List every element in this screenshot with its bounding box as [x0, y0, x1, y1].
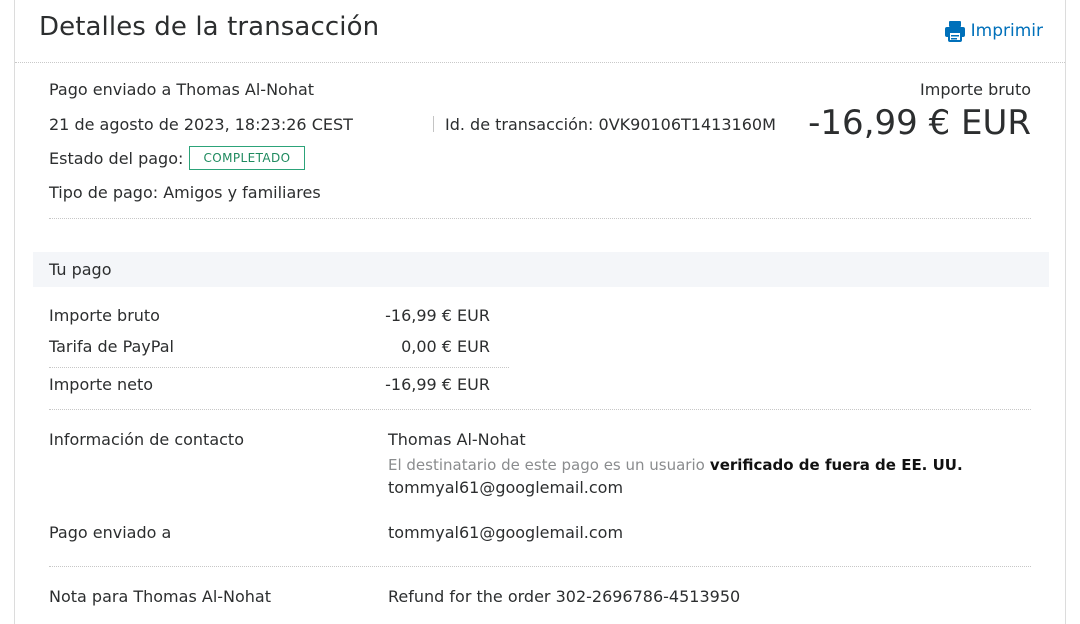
payment-row-label: Importe neto [49, 375, 154, 394]
sent-to-label: Pago enviado a [49, 523, 172, 542]
note-value: Refund for the order 302-2696786-4513950 [388, 587, 741, 606]
card-header: Detalles de la transacción Imprimir [15, 0, 1065, 63]
printer-icon [944, 21, 965, 42]
divider [49, 409, 1031, 410]
vertical-separator [433, 116, 434, 132]
transaction-id: Id. de transacción: 0VK90106T1413160M [445, 115, 776, 134]
payment-status-label: Estado del pago: [49, 149, 184, 168]
note-label: Nota para Thomas Al-Nohat [49, 587, 272, 606]
payment-type: Tipo de pago: Amigos y familiares [49, 183, 321, 202]
sent-to-email: tommyal61@googlemail.com [388, 523, 624, 542]
contact-email: tommyal61@googlemail.com [388, 478, 624, 497]
status-badge: COMPLETADO [189, 146, 305, 170]
divider [49, 566, 1031, 567]
gross-amount: -16,99 € EUR [808, 103, 1031, 143]
section-title: Tu pago [49, 260, 112, 279]
payment-row-value: -16,99 € EUR [385, 375, 490, 394]
sent-to-heading: Pago enviado a Thomas Al-Nohat [49, 80, 315, 99]
print-label[interactable]: Imprimir [971, 21, 1043, 41]
payment-row-value: -16,99 € EUR [385, 306, 490, 325]
page-title: Detalles de la transacción [39, 12, 380, 42]
divider [49, 218, 1031, 219]
your-payment-section-header: Tu pago [33, 252, 1049, 287]
recipient-verification-note: El destinatario de este pago es un usuar… [388, 455, 963, 474]
transaction-datetime: 21 de agosto de 2023, 18:23:26 CEST [49, 115, 353, 134]
subtotal-divider [49, 367, 509, 368]
payment-row-value: 0,00 € EUR [401, 337, 490, 356]
transaction-details-card: Detalles de la transacción Imprimir Pago… [14, 0, 1066, 624]
gross-amount-label: Importe bruto [920, 80, 1031, 99]
payment-row-label: Importe bruto [49, 306, 160, 325]
payment-row-label: Tarifa de PayPal [49, 337, 174, 356]
contact-info-label: Información de contacto [49, 430, 244, 449]
print-button[interactable]: Imprimir [943, 19, 1043, 43]
verification-note-prefix: El destinatario de este pago es un usuar… [388, 456, 705, 474]
contact-name: Thomas Al-Nohat [388, 430, 526, 449]
verification-note-bold: verificado de fuera de EE. UU. [709, 456, 963, 474]
